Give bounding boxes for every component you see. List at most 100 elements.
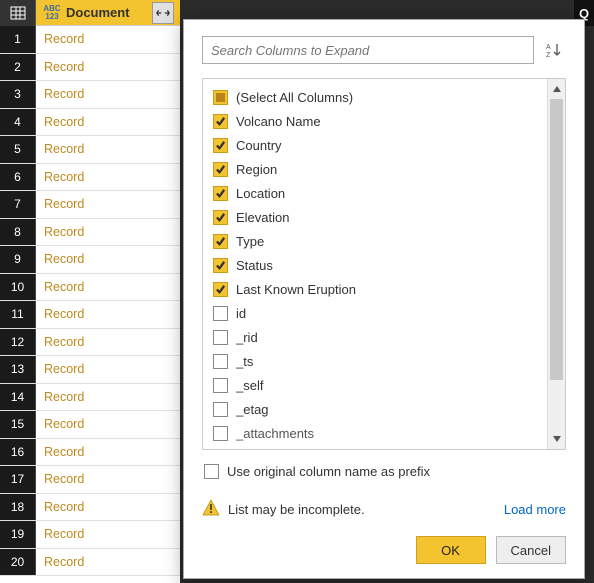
column-checkbox[interactable]: [213, 354, 228, 369]
record-link[interactable]: Record: [36, 142, 180, 156]
column-item[interactable]: Last Known Eruption: [213, 277, 547, 301]
datatype-any-icon: ABC 123: [42, 5, 62, 21]
column-item[interactable]: _etag: [213, 397, 547, 421]
search-input[interactable]: [202, 36, 534, 64]
column-item[interactable]: Country: [213, 133, 547, 157]
column-checkbox[interactable]: [213, 306, 228, 321]
record-link[interactable]: Record: [36, 87, 180, 101]
sort-az-button[interactable]: AZ: [542, 36, 566, 64]
ok-button[interactable]: OK: [416, 536, 486, 564]
column-checkbox[interactable]: [213, 138, 228, 153]
select-all-checkbox[interactable]: [213, 90, 228, 105]
record-link[interactable]: Record: [36, 32, 180, 46]
warning-text: List may be incomplete.: [228, 502, 496, 517]
table-icon[interactable]: [0, 0, 36, 26]
column-item[interactable]: Type: [213, 229, 547, 253]
column-checkbox[interactable]: [213, 378, 228, 393]
load-more-link[interactable]: Load more: [504, 502, 566, 517]
column-checkbox[interactable]: [213, 186, 228, 201]
column-label: Region: [236, 162, 277, 177]
record-link[interactable]: Record: [36, 472, 180, 486]
column-item[interactable]: Status: [213, 253, 547, 277]
record-link[interactable]: Record: [36, 252, 180, 266]
row-number: 10: [0, 274, 36, 301]
column-item[interactable]: _self: [213, 373, 547, 397]
column-checkbox[interactable]: [213, 330, 228, 345]
column-item[interactable]: _attachments: [213, 421, 547, 445]
column-checkbox[interactable]: [213, 162, 228, 177]
prefix-label: Use original column name as prefix: [227, 464, 430, 479]
table-row: 9Record: [0, 246, 180, 274]
column-header-label: Document: [66, 5, 130, 20]
record-link[interactable]: Record: [36, 60, 180, 74]
prefix-checkbox[interactable]: [204, 464, 219, 479]
column-label: _ts: [236, 354, 253, 369]
select-all-item[interactable]: (Select All Columns): [213, 85, 547, 109]
record-link[interactable]: Record: [36, 115, 180, 129]
row-number: 9: [0, 246, 36, 273]
record-link[interactable]: Record: [36, 335, 180, 349]
record-link[interactable]: Record: [36, 197, 180, 211]
row-number: 17: [0, 466, 36, 493]
row-number: 19: [0, 521, 36, 548]
grid-header: ABC 123 Document: [0, 0, 180, 26]
scrollbar[interactable]: [547, 79, 565, 449]
row-number: 16: [0, 439, 36, 466]
expand-columns-popup: AZ (Select All Columns)Volcano NameCount…: [183, 19, 585, 579]
table-row: 20Record: [0, 549, 180, 577]
column-checkbox[interactable]: [213, 258, 228, 273]
column-checkbox[interactable]: [213, 210, 228, 225]
column-item[interactable]: Volcano Name: [213, 109, 547, 133]
record-link[interactable]: Record: [36, 417, 180, 431]
column-label: _etag: [236, 402, 269, 417]
column-item[interactable]: Region: [213, 157, 547, 181]
column-item[interactable]: id: [213, 301, 547, 325]
record-link[interactable]: Record: [36, 390, 180, 404]
column-item[interactable]: _ts: [213, 349, 547, 373]
cancel-button[interactable]: Cancel: [496, 536, 566, 564]
row-number: 13: [0, 356, 36, 383]
record-link[interactable]: Record: [36, 362, 180, 376]
column-label: id: [236, 306, 246, 321]
table-row: 1Record: [0, 26, 180, 54]
column-item[interactable]: Location: [213, 181, 547, 205]
record-link[interactable]: Record: [36, 307, 180, 321]
table-row: 10Record: [0, 274, 180, 302]
record-link[interactable]: Record: [36, 500, 180, 514]
svg-text:A: A: [546, 44, 551, 51]
table-row: 4Record: [0, 109, 180, 137]
column-label: _rid: [236, 330, 258, 345]
column-item[interactable]: _rid: [213, 325, 547, 349]
record-link[interactable]: Record: [36, 445, 180, 459]
record-link[interactable]: Record: [36, 527, 180, 541]
column-label: _attachments: [236, 426, 314, 441]
column-checkbox[interactable]: [213, 426, 228, 441]
column-checkbox[interactable]: [213, 402, 228, 417]
scroll-down-icon[interactable]: [548, 429, 565, 449]
scroll-up-icon[interactable]: [548, 79, 565, 99]
column-checkbox[interactable]: [213, 282, 228, 297]
column-item[interactable]: Elevation: [213, 205, 547, 229]
table-row: 13Record: [0, 356, 180, 384]
table-row: 16Record: [0, 439, 180, 467]
record-link[interactable]: Record: [36, 170, 180, 184]
record-link[interactable]: Record: [36, 555, 180, 569]
row-number: 14: [0, 384, 36, 411]
row-number: 3: [0, 81, 36, 108]
column-checkbox[interactable]: [213, 114, 228, 129]
row-number: 12: [0, 329, 36, 356]
table-row: 14Record: [0, 384, 180, 412]
row-number: 15: [0, 411, 36, 438]
record-link[interactable]: Record: [36, 280, 180, 294]
table-row: 18Record: [0, 494, 180, 522]
table-row: 6Record: [0, 164, 180, 192]
scroll-thumb[interactable]: [550, 99, 563, 380]
warning-icon: [202, 499, 220, 520]
column-checkbox[interactable]: [213, 234, 228, 249]
table-row: 5Record: [0, 136, 180, 164]
table-row: 7Record: [0, 191, 180, 219]
record-link[interactable]: Record: [36, 225, 180, 239]
table-row: 2Record: [0, 54, 180, 82]
column-header-document[interactable]: ABC 123 Document: [36, 0, 180, 25]
expand-column-button[interactable]: [152, 2, 174, 24]
